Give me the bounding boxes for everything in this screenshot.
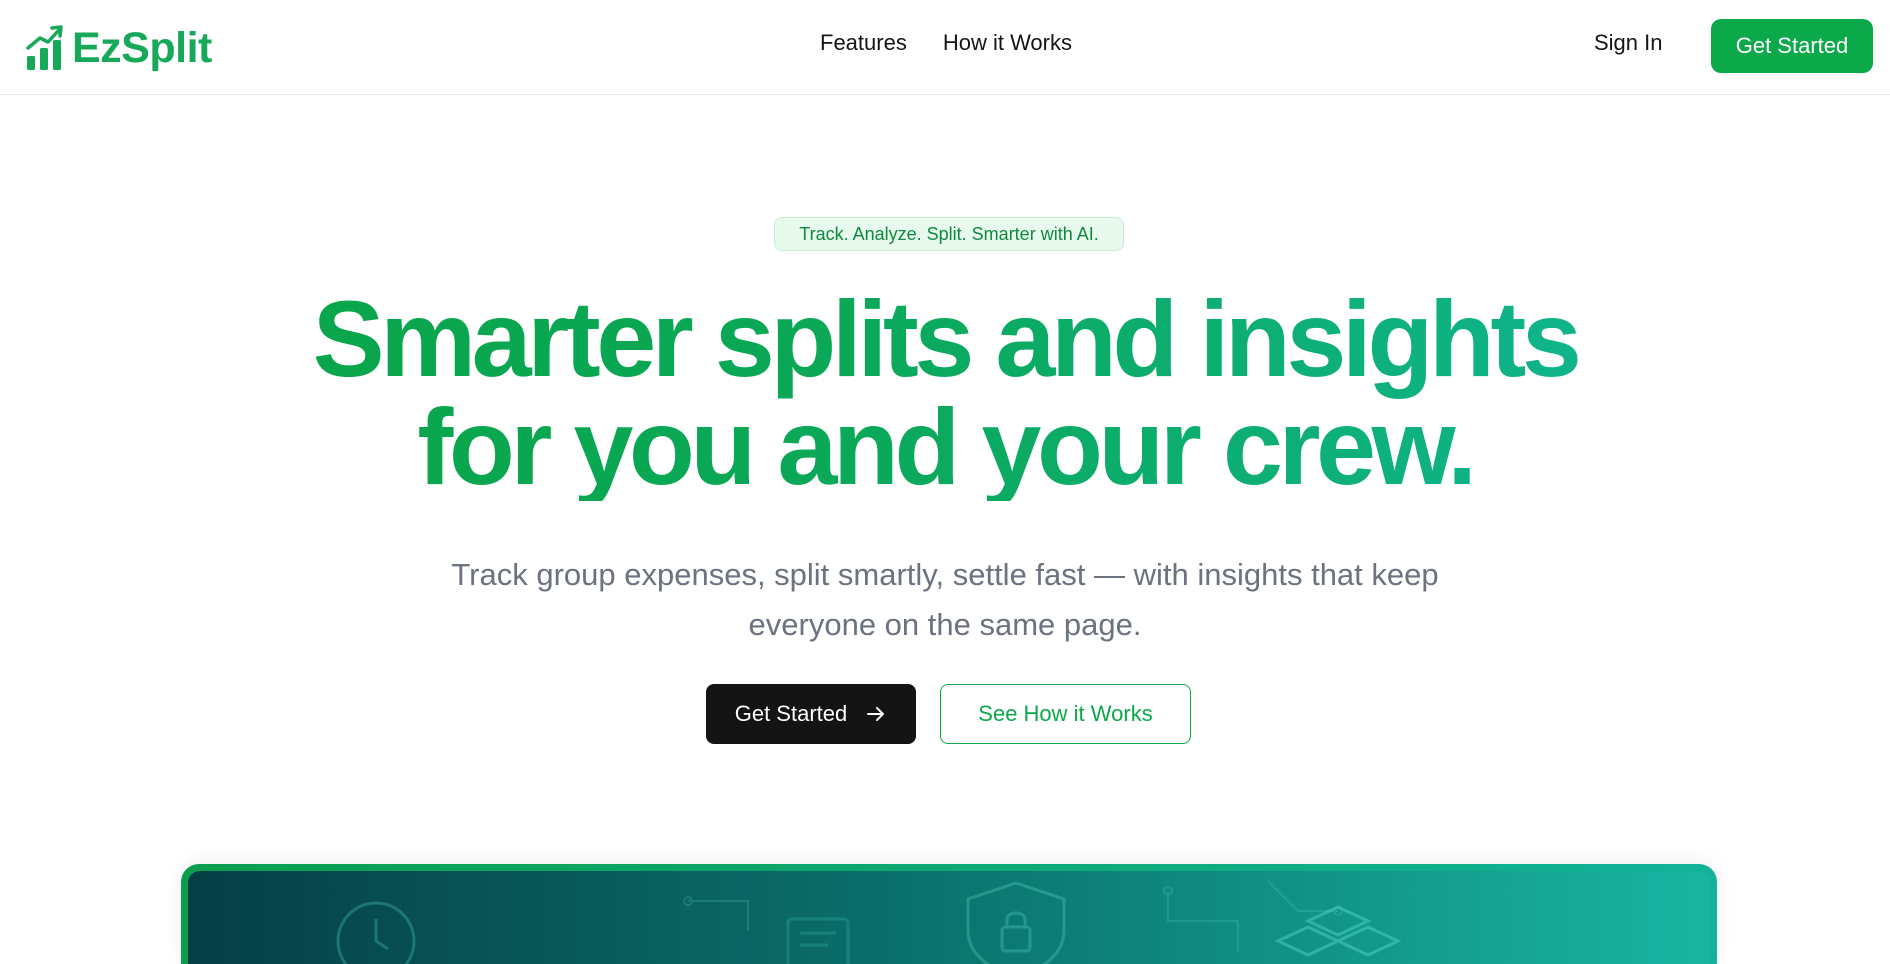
hero-get-started-label: Get Started [734,701,848,726]
circuit-lines [683,880,1343,951]
sign-in-link[interactable]: Sign In [1594,30,1663,56]
shield-lock-icon [966,881,1066,964]
nav-link-features[interactable]: Features [820,30,907,56]
main-nav: Features How it Works [820,30,1072,56]
hero-subtitle-line-2: everyone on the same page. [748,607,1142,642]
header-get-started-button[interactable]: Get Started [1711,19,1873,73]
nav-link-how-it-works[interactable]: How it Works [943,30,1072,56]
document-icon [786,917,850,964]
hero-subtitle: Track group expenses, split smartly, set… [0,550,1890,650]
hero-title-line-1: Smarter splits and insights [312,278,1578,399]
hero-get-started-button[interactable]: Get Started [706,684,916,744]
arrow-right-icon [867,707,885,721]
hero-subtitle-line-1: Track group expenses, split smartly, set… [451,557,1439,592]
clock-icon [336,901,416,964]
growth-chart-icon [26,25,63,70]
brand-name: EzSplit [72,23,212,72]
top-navbar: EzSplit Features How it Works Sign In Ge… [0,0,1890,95]
hero-title-line-2: for you and your crew. [417,386,1473,507]
preview-illustration [336,880,1402,964]
app-preview-image [188,871,1710,964]
hero-title: Smarter splits and insights for you and … [0,285,1890,501]
see-how-it-works-button[interactable]: See How it Works [940,684,1191,744]
app-preview-frame [181,864,1717,964]
tagline-badge: Track. Analyze. Split. Smarter with AI. [774,217,1124,251]
brand-logo[interactable]: EzSplit [26,22,212,74]
